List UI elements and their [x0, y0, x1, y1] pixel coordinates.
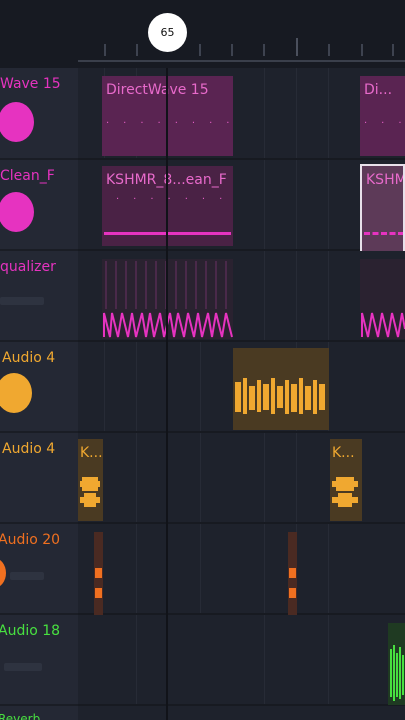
automation-ramps [361, 312, 405, 338]
grid-line [136, 524, 137, 613]
automation-clip[interactable] [360, 259, 405, 339]
audio-clip[interactable] [288, 532, 297, 618]
track-lane[interactable] [78, 251, 405, 342]
grid-line [136, 433, 137, 522]
volume-knob[interactable] [0, 373, 32, 413]
volume-fader[interactable] [0, 297, 44, 305]
selected-pattern-clip[interactable]: KSHMR [360, 164, 405, 257]
ruler-tick [231, 44, 233, 56]
grid-line [264, 251, 265, 340]
ruler-tick [361, 44, 363, 56]
grid-line [296, 251, 297, 340]
ruler-tick-bar [296, 38, 298, 56]
track-name: Audio 4 [2, 441, 56, 457]
track-header[interactable]: Clean_F [0, 160, 78, 251]
track-header[interactable]: Reverb [0, 706, 78, 720]
volume-fader[interactable] [4, 663, 42, 671]
audio-waveform [95, 568, 102, 598]
track-name: Audio 18 [0, 623, 61, 639]
track-header[interactable]: Audio 20 [0, 524, 78, 615]
track-name: Audio 4 [2, 350, 56, 366]
volume-fader[interactable] [10, 572, 44, 580]
audio-clip[interactable] [233, 348, 329, 430]
grid-line [264, 433, 265, 522]
ruler-tick [199, 44, 201, 56]
note-dots: ········· [106, 118, 233, 129]
audio-clip[interactable]: K... [330, 439, 362, 521]
ruler-tick [104, 44, 106, 56]
grid-line [264, 524, 265, 613]
grid-line [328, 68, 329, 158]
grid-line [296, 160, 297, 249]
pattern-clip[interactable]: Di... ··· [360, 76, 405, 156]
track-lane[interactable]: DirectWave 15 ········· Di... ··· [78, 68, 405, 160]
clip-label: Di... [364, 82, 393, 98]
track-name: Wave 15 [0, 76, 61, 92]
grid-line [200, 342, 201, 431]
grid-line [296, 433, 297, 522]
volume-knob[interactable] [0, 192, 34, 232]
clip-label: KSHMR [366, 172, 403, 188]
track-lane[interactable] [78, 342, 405, 433]
ruler-tick [263, 44, 265, 56]
grid-line [328, 615, 329, 704]
track-lane[interactable] [78, 615, 405, 706]
audio-waveform [235, 378, 325, 414]
grid-line [136, 615, 137, 704]
audio-waveform [289, 568, 296, 598]
track-name: Reverb [0, 712, 41, 720]
track-header[interactable]: Audio 4 [0, 433, 78, 524]
audio-waveform [332, 477, 358, 507]
volume-knob[interactable] [0, 558, 6, 588]
timeline-ruler[interactable]: 65 [0, 0, 405, 68]
grid-line [296, 68, 297, 158]
track-name: qualizer [0, 259, 56, 275]
note-dots: ······· [116, 194, 233, 205]
grid-line [328, 251, 329, 340]
grid-line [104, 342, 105, 431]
ruler-tick [328, 44, 330, 56]
ruler-baseline [78, 60, 405, 62]
track-lane[interactable]: K... K... [78, 433, 405, 524]
track-name: Clean_F [0, 168, 55, 184]
track-lane[interactable] [78, 706, 405, 720]
note-line [364, 232, 403, 238]
playhead-marker[interactable]: 65 [148, 13, 187, 52]
track-lane[interactable]: KSHMR_8...ean_F ······· KSHMR [78, 160, 405, 257]
volume-knob[interactable] [0, 102, 34, 142]
audio-waveform [390, 645, 404, 701]
ruler-tick [136, 44, 138, 56]
track-header[interactable]: Wave 15 [0, 68, 78, 160]
loop-marker-line [166, 68, 168, 720]
grid-line [328, 524, 329, 613]
grid-line [328, 160, 329, 249]
audio-waveform [80, 477, 100, 507]
track-header[interactable]: Audio 4 [0, 342, 78, 433]
grid-line [136, 342, 137, 431]
track-lane[interactable] [78, 524, 405, 618]
audio-clip[interactable] [94, 532, 103, 618]
track-header[interactable]: qualizer [0, 251, 78, 342]
note-dots: ··· [364, 118, 402, 129]
clip-label: DirectWave 15 [106, 82, 209, 98]
audio-clip[interactable] [388, 623, 405, 705]
track-header[interactable]: Audio 18 [0, 615, 78, 706]
grid-line [264, 615, 265, 704]
grid-line [264, 68, 265, 158]
ruler-tick [392, 44, 394, 56]
grid-line [264, 160, 265, 249]
audio-clip[interactable]: K... [78, 439, 103, 521]
grid-line [200, 433, 201, 522]
grid-line [200, 524, 201, 613]
track-name: Audio 20 [0, 532, 61, 548]
